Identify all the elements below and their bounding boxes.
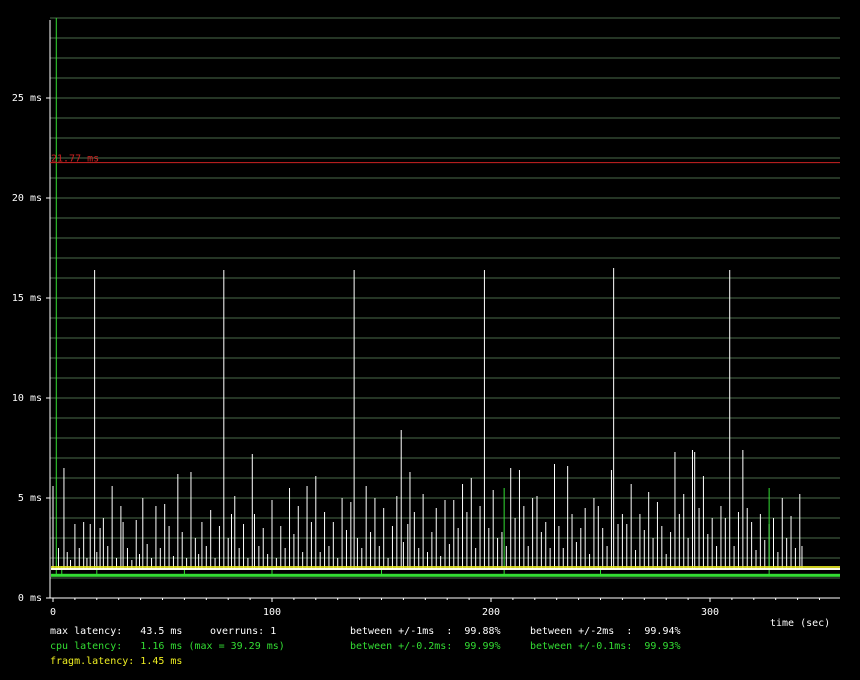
stat-fragm-latency: fragm.latency: 1.45 ms [50,656,183,667]
total-latency-band [51,568,840,570]
stat-max-latency: max latency: 43.5 ms [50,626,183,637]
y-tick-label: 0 ms [18,593,42,604]
stat-overruns: overruns: 1 [210,626,277,637]
y-tick-label: 10 ms [12,393,42,404]
latency-marks [52,18,803,575]
y-tick-label: 15 ms [12,293,42,304]
x-tick-label: 300 [701,607,719,618]
threshold-label: 21.77 ms [51,154,99,165]
y-tick-label: 5 ms [18,493,42,504]
y-tick-label: 20 ms [12,193,42,204]
stat-between-02ms: between +/-0.2ms: 99.99% [350,641,501,652]
x-tick-label: 100 [263,607,281,618]
stat-between-01ms: between +/-0.1ms: 99.93% [530,641,681,652]
y-tick-label: 25 ms [12,93,42,104]
baseline-bands [51,566,840,577]
tick-labels: 0 ms 5 ms 10 ms 15 ms 20 ms 25 ms 0 100 200 300 [12,93,820,618]
latency-chart: 0 ms 5 ms 10 ms 15 ms 20 ms 25 ms 0 100 200 300 2… [12,17,840,629]
x-axis-label: time (sec) [770,618,830,629]
stat-cpu-latency: cpu latency: 1.16 ms (max = 39.29 ms) [50,641,285,652]
x-tick-label: 200 [482,607,500,618]
stat-between-1ms: between +/-1ms : 99.88% [350,626,501,637]
stat-between-2ms: between +/-2ms : 99.94% [530,626,681,637]
grid-lines [50,17,840,579]
cpu-latency-band [51,573,840,577]
x-tick-label: 0 [50,607,56,618]
